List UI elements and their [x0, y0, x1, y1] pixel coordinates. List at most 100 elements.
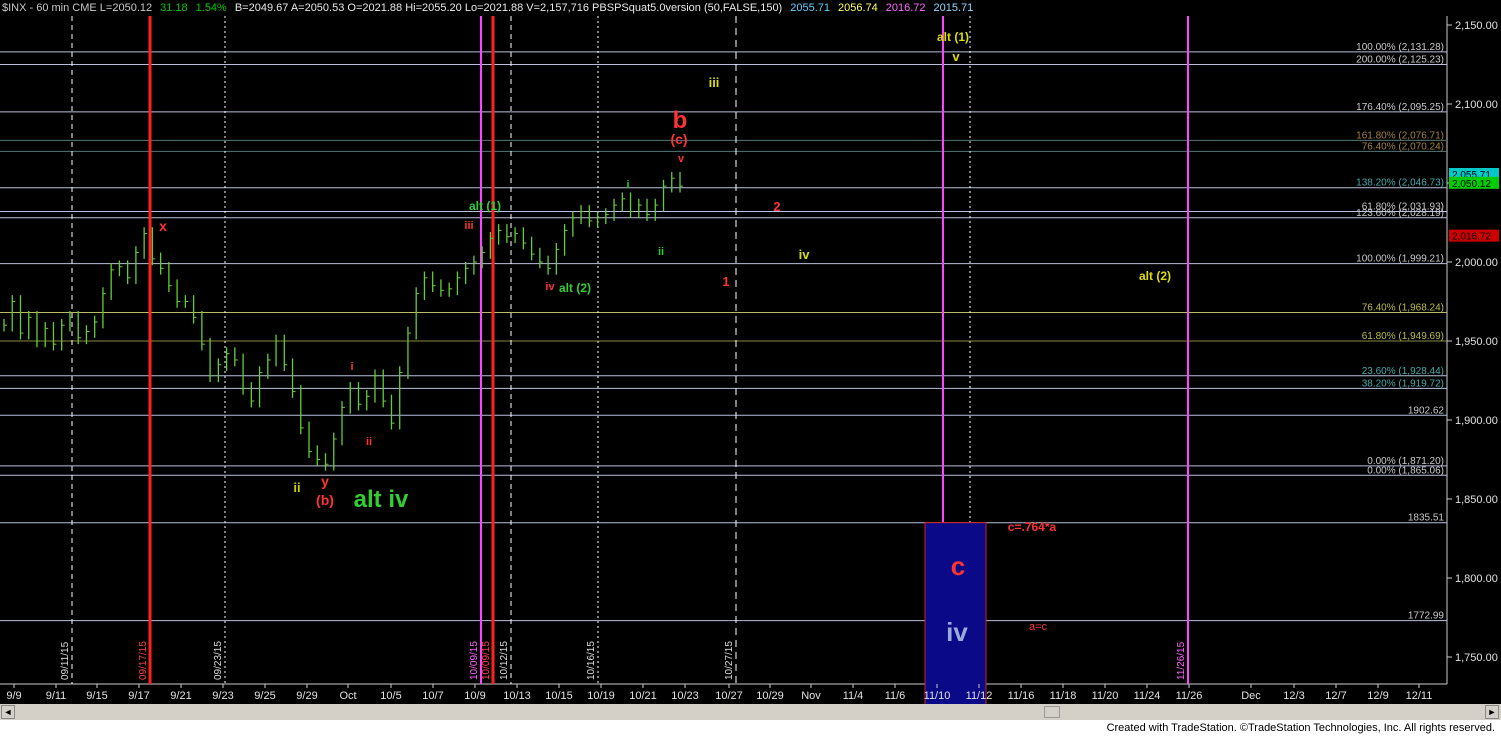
y-tick-label: 2,100.00: [1455, 99, 1498, 111]
x-tick-label: 10/15: [545, 690, 573, 702]
date-line-label: 10/27/15: [724, 641, 735, 680]
chart-area: 100.00% (2,131.28) 200.00% (2,125.23) 176.…: [0, 0, 1501, 736]
wave-label: iv: [545, 281, 555, 293]
wave-label: x: [159, 218, 167, 234]
date-line-label: 10/16/15: [586, 641, 597, 680]
wave-label: iv: [799, 247, 811, 262]
x-tick-label: 9/9: [6, 690, 21, 702]
fib-level-label: 123.60% (2,028.19): [1356, 208, 1444, 219]
wave-label: alt (1): [937, 30, 969, 44]
x-tick-label: 12/3: [1283, 690, 1304, 702]
x-tick-label: 11/24: [1134, 690, 1161, 702]
fib-level-label: 100.00% (2,131.28): [1356, 42, 1444, 53]
x-tick-label: 10/19: [587, 690, 615, 702]
wave-label: ii: [293, 480, 300, 495]
date-line-label: 09/17/15: [138, 641, 149, 680]
x-tick-label: 10/5: [380, 690, 401, 702]
fib-level-label: 100.00% (1,999.21): [1356, 254, 1444, 265]
x-tick-label: 10/9: [464, 690, 485, 702]
footer-bar: Created with TradeStation. ©TradeStation…: [0, 720, 1501, 736]
symbol-title: $INX - 60 min CME L=2050.12: [2, 2, 153, 14]
fib-level-label: 38.20% (1,919.72): [1362, 378, 1444, 389]
x-tick-label: 10/23: [671, 690, 699, 702]
x-tick-label: 11/26: [1176, 690, 1203, 702]
y-tick-label: 1,950.00: [1455, 336, 1498, 348]
x-tick-label: 11/18: [1050, 690, 1077, 702]
x-tick-label: 11/4: [843, 690, 864, 702]
x-tick-label: 10/27: [715, 690, 743, 702]
x-tick-label: 9/25: [254, 690, 275, 702]
wave-label: v: [952, 49, 960, 64]
fib-level-label: 1835.51: [1408, 513, 1445, 524]
x-tick-label: 9/17: [128, 690, 149, 702]
fib-level-label: 161.80% (2,076.71): [1356, 130, 1444, 141]
x-tick-label: 11/20: [1092, 690, 1119, 702]
fib-level-label: 76.40% (2,070.24): [1362, 141, 1444, 152]
x-tick-label: 12/11: [1406, 690, 1433, 702]
x-tick-label: 11/6: [885, 690, 906, 702]
fib-level-label: 1772.99: [1408, 611, 1445, 622]
wave-label: iv: [946, 617, 968, 647]
x-tick-label: 9/15: [86, 690, 107, 702]
date-line-label: 09/11/15: [60, 641, 71, 680]
x-tick-label: 11/16: [1008, 690, 1035, 702]
x-tick-label: Dec: [1241, 690, 1261, 702]
wave-label: ii: [658, 246, 664, 258]
wave-label: 2: [773, 199, 780, 214]
wave-label: alt (1): [469, 199, 501, 213]
ohlcv-readout: B=2049.67 A=2050.53 O=2021.88 Hi=2055.20…: [234, 2, 783, 14]
fib-level-label: 176.40% (2,095.25): [1356, 102, 1444, 113]
y-tick-label: 1,750.00: [1455, 652, 1498, 664]
wave-label: (b): [316, 492, 334, 508]
target-box: [924, 522, 987, 704]
y-tick-label: 1,900.00: [1455, 415, 1498, 427]
date-line-label: 10/09/15: [481, 641, 492, 680]
indicator-value: 2016.72: [885, 2, 926, 14]
x-tick-label: 11/10: [924, 690, 951, 702]
x-tick-label: Oct: [339, 690, 356, 702]
indicator-value: 2056.74: [838, 2, 878, 14]
x-tick-label: 9/21: [170, 690, 191, 702]
wave-label: ii: [366, 436, 372, 448]
y-tick-label: 1,800.00: [1455, 573, 1498, 585]
scroll-left-button[interactable]: ◄: [1, 705, 15, 719]
horizontal-scrollbar[interactable]: ◄ ►: [0, 704, 1501, 720]
x-tick-label: Nov: [801, 690, 821, 702]
date-line-label: 09/23/15: [213, 641, 224, 680]
x-tick-label: 9/23: [212, 690, 233, 702]
date-line-label: 11/26/15: [1176, 641, 1187, 680]
wave-label: alt (2): [1139, 269, 1171, 283]
date-line-label: 10/09/15: [469, 641, 480, 680]
y-tick-label: 2,000.00: [1455, 257, 1498, 269]
x-tick-label: 10/7: [422, 690, 443, 702]
wave-label: alt iv: [354, 486, 409, 513]
wave-label: c: [951, 551, 965, 581]
wave-label: i: [350, 361, 353, 373]
wave-label: alt (2): [559, 281, 591, 295]
wave-label: iii: [709, 75, 720, 90]
scroll-thumb[interactable]: [1044, 706, 1060, 718]
fib-level-label: 1902.62: [1408, 405, 1445, 416]
y-tick-label: 1,850.00: [1455, 494, 1498, 506]
date-line-label: 10/12/15: [499, 641, 510, 680]
fib-level-label: 23.60% (1,928.44): [1362, 366, 1444, 377]
wave-label: 1: [722, 274, 729, 289]
wave-label: iii: [464, 220, 473, 232]
y-tick-label: 2,150.00: [1455, 20, 1498, 32]
fib-level-label: 0.00% (1,865.06): [1367, 465, 1444, 476]
pct-change: 1.54%: [195, 2, 227, 14]
net-change: 31.18: [160, 2, 188, 14]
wave-label: c=.764*a: [1008, 520, 1057, 534]
x-tick-label: 11/12: [966, 690, 993, 702]
price-chart: 100.00% (2,131.28)200.00% (2,125.23)176.…: [0, 0, 1501, 704]
indicator-value: 2015.71: [933, 2, 974, 14]
wave-label: y: [321, 473, 329, 489]
price-tag-label: 2,050.12: [1452, 179, 1491, 190]
fib-level-label: 61.80% (1,949.69): [1362, 331, 1444, 342]
wave-label: i: [626, 179, 629, 191]
wave-label: v: [678, 153, 685, 165]
fib-level-label: 200.00% (2,125.23): [1356, 55, 1444, 66]
indicator-value: 2055.71: [790, 2, 830, 14]
fib-level-label: 76.40% (1,968.24): [1362, 303, 1444, 314]
scroll-right-button[interactable]: ►: [1485, 705, 1499, 719]
